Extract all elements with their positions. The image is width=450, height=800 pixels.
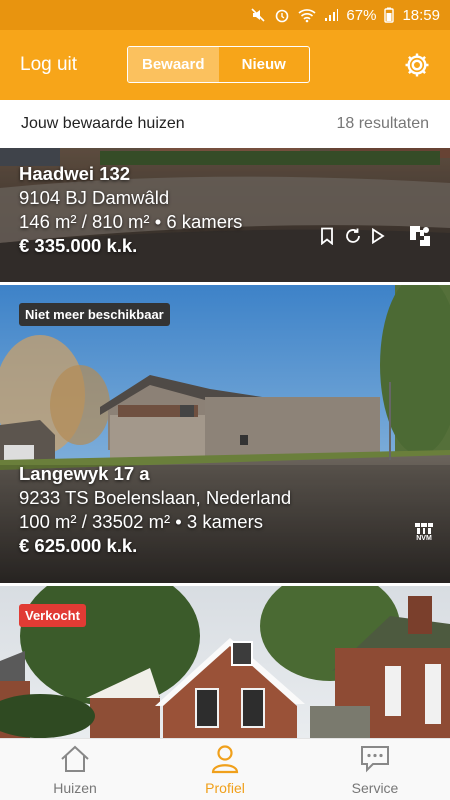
signal-icon [324,8,339,22]
nvm-logo-text: NVM [416,535,432,542]
play-icon[interactable] [371,228,385,244]
listing-street: Haadwei 132 [19,163,131,184]
listing-card[interactable]: Haadwei 132 9104 BJ Damwâld 146 m² / 810… [0,148,450,282]
nav-huizen[interactable]: Huizen [0,739,150,800]
listing-street: Langewyk 17 a [19,463,150,484]
results-title: Jouw bewaarde huizen [21,115,185,132]
tab-bewaard[interactable]: Bewaard [128,47,219,82]
listing-postal-city: 9233 TS Boelenslaan, Nederland [19,487,292,508]
mute-icon [250,7,266,23]
battery-level: 67% [346,6,377,24]
chat-icon [359,744,391,777]
segmented-control: Bewaard Nieuw [127,46,310,83]
listing-actions: NVM [414,521,434,543]
listing-info: Langewyk 17 a 9233 TS Boelenslaan, Neder… [19,462,291,558]
listing-actions [319,222,434,250]
nvm-logo-icon: NVM [414,521,434,543]
battery-icon [384,7,395,23]
rotate-icon[interactable] [344,227,362,245]
nav-profiel[interactable]: Profiel [150,739,300,800]
bottom-nav: Huizen Profiel Service [0,738,450,800]
listing-price: € 625.000 k.k. [19,535,138,556]
clock: 18:59 [402,6,440,24]
user-icon [210,744,240,777]
listing-card[interactable]: Verkocht [0,586,450,738]
status-badge: Verkocht [19,604,86,627]
listing-info: Haadwei 132 9104 BJ Damwâld 146 m² / 810… [19,162,242,258]
nav-service-label: Service [351,779,399,796]
nav-huizen-label: Huizen [53,779,97,796]
nav-service[interactable]: Service [300,739,450,800]
listing-specs: 146 m² / 810 m² • 6 kamers [19,211,243,232]
app-bar: Log uit Bewaard Nieuw [0,30,450,100]
logout-button[interactable]: Log uit [20,54,77,76]
gear-icon[interactable] [404,52,430,78]
listing-specs: 100 m² / 33502 m² • 3 kamers [19,511,263,532]
wifi-icon [298,7,316,23]
bookmark-icon[interactable] [319,227,335,245]
agency-logo-icon [406,222,434,250]
status-bar: 67% 18:59 [0,0,450,30]
results-count: 18 resultaten [336,115,429,132]
nav-profiel-label: Profiel [205,779,245,796]
listing-list: Haadwei 132 9104 BJ Damwâld 146 m² / 810… [0,148,450,738]
listing-price: € 335.000 k.k. [19,235,138,256]
status-badge: Niet meer beschikbaar [19,303,170,326]
alarm-icon [274,7,290,23]
tab-nieuw[interactable]: Nieuw [219,47,310,82]
listing-card[interactable]: Niet meer beschikbaar Langewyk 17 a 9233… [0,285,450,583]
listing-postal-city: 9104 BJ Damwâld [19,187,170,208]
results-header: Jouw bewaarde huizen 18 resultaten [0,100,450,148]
house-icon [59,744,91,777]
